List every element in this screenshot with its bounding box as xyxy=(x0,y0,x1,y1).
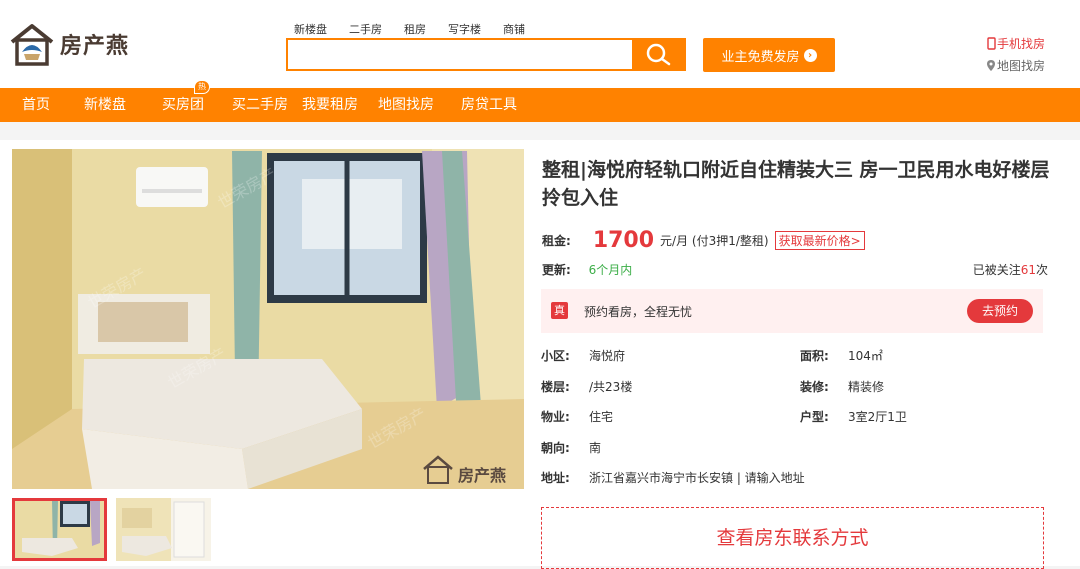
map-link[interactable]: 地图找房 xyxy=(985,54,1045,76)
mobile-link-label: 手机找房 xyxy=(997,36,1046,51)
nav-buy-second-hand[interactable]: 买二手房 xyxy=(232,88,288,122)
update-value: 6个月内 xyxy=(588,263,633,277)
info-label: 装修: xyxy=(800,380,829,394)
info-value: 海悦府 xyxy=(589,349,626,363)
thumbnail-2[interactable] xyxy=(116,498,211,561)
tab-shops[interactable]: 商铺 xyxy=(503,21,525,37)
update-row: 更新: 6个月内 xyxy=(542,261,632,278)
listing-title: 整租|海悦府轻轨口附近自住精装大三 房一卫民用水电好楼层拎包入住 xyxy=(542,159,1050,209)
phone-icon xyxy=(987,36,996,50)
logo[interactable]: 房产燕 xyxy=(8,20,129,68)
house-logo-icon xyxy=(8,20,56,68)
info-value: 3室2厅1卫 xyxy=(848,410,907,424)
nav-new-homes[interactable]: 新楼盘 xyxy=(84,88,126,122)
search-input[interactable] xyxy=(288,40,632,69)
location-pin-icon xyxy=(987,59,995,71)
nav-map-search[interactable]: 地图找房 xyxy=(378,88,434,122)
view-contact-button[interactable]: 查看房东联系方式 xyxy=(541,507,1044,569)
nav-rent[interactable]: 我要租房 xyxy=(302,88,358,122)
info-value: 南 xyxy=(589,441,602,455)
info-address: 地址: 浙江省嘉兴市海宁市长安镇 | 请输入地址 xyxy=(541,469,805,486)
price-unit: 元/月 (付3押1/整租) xyxy=(660,234,769,248)
arrow-right-icon: › xyxy=(803,48,817,62)
thumbnail-strip xyxy=(12,498,220,561)
info-label: 地址: xyxy=(541,471,570,485)
listing-photo[interactable]: 世荣房产 世荣房产 世荣房产 世荣房产 房产燕 xyxy=(12,149,524,489)
price-row: 租金: 1700 元/月 (付3押1/整租) 获取最新价格> xyxy=(542,228,865,253)
appointment-banner: 真 预约看房，全程无忧 去预约 xyxy=(541,289,1043,333)
watch-number: 61 xyxy=(1020,263,1036,277)
thumbnail-1[interactable] xyxy=(12,498,107,561)
tab-second-hand[interactable]: 二手房 xyxy=(349,21,382,37)
search-button[interactable] xyxy=(632,40,684,69)
info-orientation: 朝向: 南 xyxy=(541,439,601,456)
price-value: 1700 xyxy=(592,228,655,253)
info-floor: 楼层: /共23楼 xyxy=(541,378,632,395)
info-value: 104㎡ xyxy=(848,349,883,363)
watch-suffix: 次 xyxy=(1035,263,1048,277)
info-value: /共23楼 xyxy=(589,380,633,394)
tab-rent[interactable]: 租房 xyxy=(404,21,426,37)
hot-badge: 热 xyxy=(194,80,210,94)
tab-new-homes[interactable]: 新楼盘 xyxy=(294,21,327,37)
info-value: 精装修 xyxy=(848,380,885,394)
info-area: 面积: 104㎡ xyxy=(800,347,883,364)
mobile-link[interactable]: 手机找房 xyxy=(985,32,1045,54)
appointment-text: 预约看房，全程无忧 xyxy=(584,305,693,319)
info-value: 浙江省嘉兴市海宁市长安镇 | 请输入地址 xyxy=(589,471,805,485)
brand-name: 房产燕 xyxy=(60,34,130,59)
latest-price-link[interactable]: 获取最新价格> xyxy=(774,231,865,250)
info-value: 住宅 xyxy=(589,410,614,424)
right-links: 手机找房 地图找房 xyxy=(985,32,1045,76)
svg-text:房产燕: 房产燕 xyxy=(458,466,506,485)
search-tabs: 新楼盘 二手房 租房 写字楼 商铺 xyxy=(294,21,547,37)
book-viewing-button[interactable]: 去预约 xyxy=(967,299,1033,323)
search-icon xyxy=(646,43,671,65)
info-label: 小区: xyxy=(541,349,570,363)
info-label: 朝向: xyxy=(541,441,570,455)
nav-home[interactable]: 首页 xyxy=(22,88,50,122)
price-label: 租金: xyxy=(542,234,571,248)
verified-icon: 真 xyxy=(551,302,568,319)
post-listing-label: 业主免费发房 xyxy=(721,49,800,65)
info-label: 物业: xyxy=(541,410,570,424)
info-label: 户型: xyxy=(800,410,829,424)
info-label: 楼层: xyxy=(541,380,570,394)
info-label: 面积: xyxy=(800,349,829,363)
update-label: 更新: xyxy=(542,263,571,277)
watch-prefix: 已被关注 xyxy=(972,263,1021,277)
main-nav: 首页 新楼盘 买房团 买二手房 我要租房 地图找房 房贷工具 xyxy=(0,88,1080,122)
header: 房产燕 新楼盘 二手房 租房 写字楼 商铺 业主免费发房 › 手机找房 地图找房 xyxy=(0,0,1080,88)
watch-count: 已被关注61次 xyxy=(973,261,1048,278)
tab-office[interactable]: 写字楼 xyxy=(448,21,481,37)
listing-main: 世荣房产 世荣房产 世荣房产 世荣房产 房产燕 整租|海悦府轻轨口附近自住精装大… xyxy=(0,140,1080,569)
post-listing-button[interactable]: 业主免费发房 › xyxy=(703,38,835,72)
search-box xyxy=(286,38,686,71)
info-decoration: 装修: 精装修 xyxy=(800,378,884,395)
map-link-label: 地图找房 xyxy=(997,58,1046,73)
info-property-type: 物业: 住宅 xyxy=(541,408,613,425)
nav-mortgage-tools[interactable]: 房贷工具 xyxy=(461,88,517,122)
info-community: 小区: 海悦府 xyxy=(541,347,625,364)
info-layout: 户型: 3室2厅1卫 xyxy=(800,408,907,425)
